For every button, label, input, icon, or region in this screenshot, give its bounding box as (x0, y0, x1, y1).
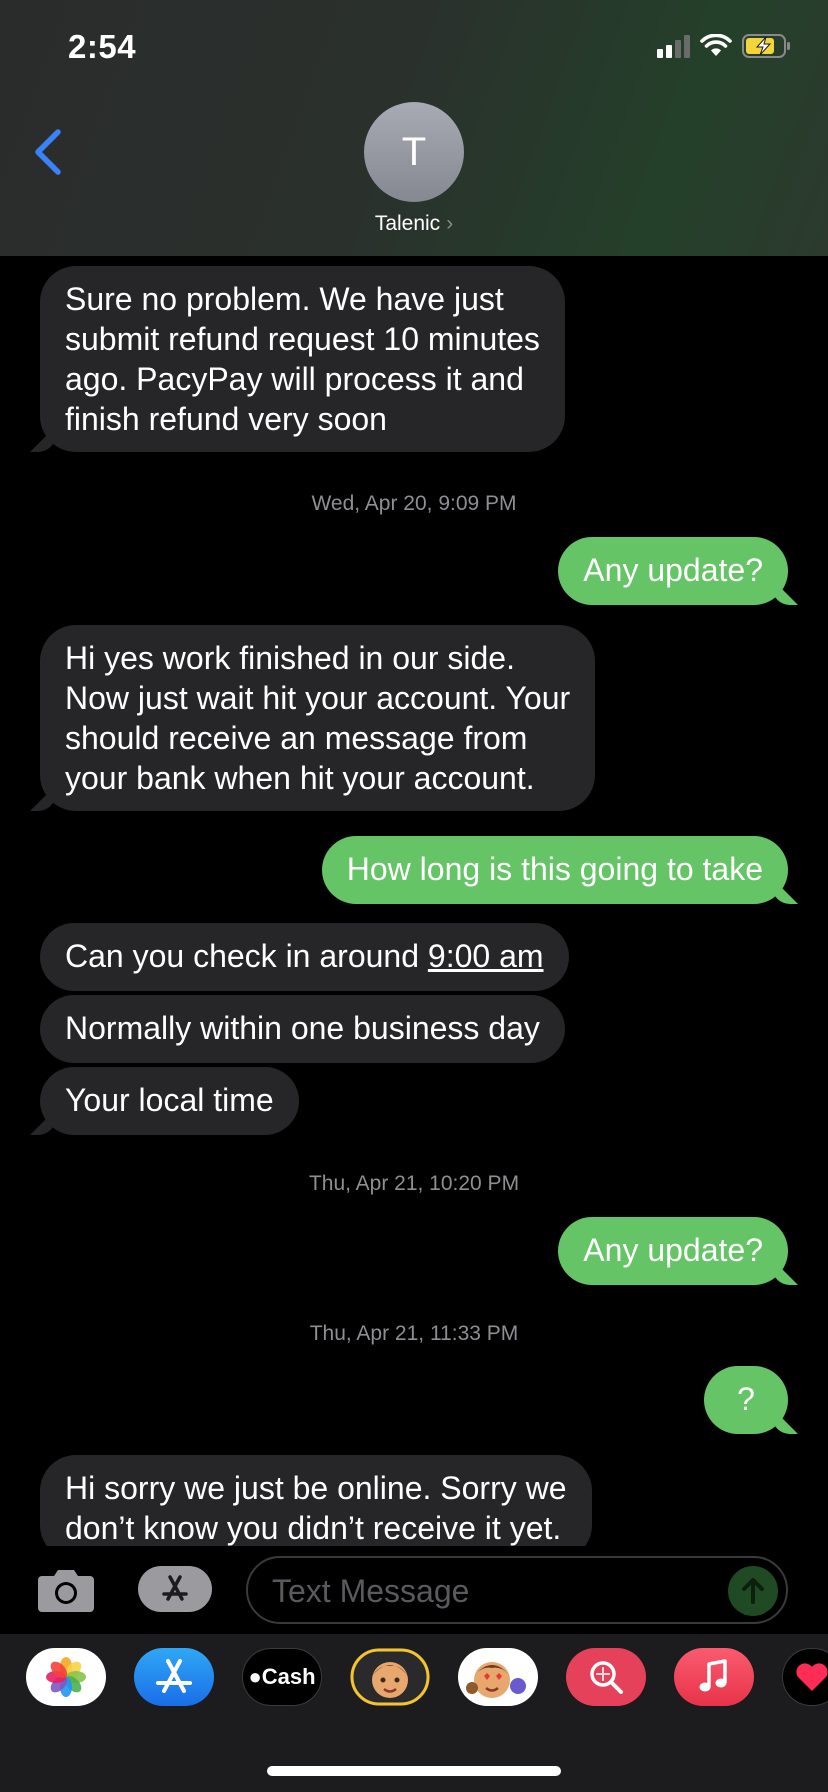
outgoing-message[interactable]: Any update? (558, 1217, 788, 1285)
message-line: should receive an message from (65, 720, 528, 756)
digital-touch-app[interactable] (782, 1648, 828, 1706)
message-line: Hi yes work finished in our side. (65, 640, 515, 676)
outgoing-message[interactable]: How long is this going to take (321, 836, 788, 904)
message-line: your bank when hit your account. (65, 760, 535, 796)
incoming-message[interactable]: Can you check in around 9:00 am (40, 923, 569, 991)
home-indicator[interactable] (267, 1766, 561, 1776)
timestamp: Thu, Apr 21, 10:20 PM (308, 1172, 520, 1195)
apps-button[interactable] (138, 1566, 212, 1612)
outgoing-message[interactable]: Any update? (558, 537, 788, 605)
app-store-icon (156, 1659, 192, 1693)
message-line: Now just wait hit your account. Your (65, 680, 571, 716)
status-icons (657, 34, 792, 58)
photos-icon (46, 1657, 86, 1697)
cellular-signal-icon (657, 34, 690, 58)
chevron-right-icon: › (446, 212, 454, 235)
app-store-app[interactable] (134, 1648, 214, 1706)
message-line: finish refund very soon (65, 401, 387, 437)
avatar-initial: T (401, 129, 427, 174)
app-store-icon (162, 1575, 188, 1601)
message-line: don’t know you didn’t receive it yet. (65, 1510, 562, 1546)
incoming-message[interactable]: Normally within one business day (40, 995, 565, 1063)
digital-touch-icon (796, 1663, 828, 1691)
timestamp: Thu, Apr 21, 11:33 PM (309, 1322, 519, 1345)
apple-logo-icon: ● (248, 1664, 262, 1689)
outgoing-message[interactable]: ? (704, 1366, 788, 1434)
battery-charging-icon (742, 34, 790, 58)
camera-icon (38, 1570, 94, 1612)
apple-cash-icon: ●Cash (248, 1664, 315, 1690)
message-line: submit refund request 10 minutes (65, 321, 540, 357)
message-line: ago. PacyPay will process it and (65, 361, 524, 397)
message-list[interactable]: Sure no problem. We have just submit ref… (0, 256, 828, 1546)
contact-name[interactable]: Talenic › (0, 212, 828, 236)
music-icon (699, 1659, 727, 1692)
animoji-stickers-app[interactable] (458, 1648, 538, 1706)
memoji-icon (350, 1648, 430, 1706)
incoming-message[interactable]: Hi yes work finished in our side. Now ju… (40, 625, 596, 811)
message-input-field[interactable] (246, 1556, 788, 1624)
contact-avatar[interactable]: T (364, 102, 464, 202)
time-link[interactable]: 9:00 am (428, 938, 544, 974)
memoji-app[interactable] (350, 1648, 430, 1706)
wifi-icon (700, 34, 732, 56)
message-line: Hi sorry we just be online. Sorry we (65, 1470, 567, 1506)
image-search-icon (590, 1661, 623, 1694)
camera-button[interactable] (36, 1566, 96, 1614)
conversation-header: 2:54 T Talenic › (0, 0, 828, 256)
message-input[interactable] (272, 1566, 712, 1616)
message-line: Sure no problem. We have just (65, 281, 504, 317)
image-search-app[interactable] (566, 1648, 646, 1706)
back-button[interactable] (28, 124, 68, 180)
message-text: Can you check in around (65, 938, 428, 974)
music-app[interactable] (674, 1648, 754, 1706)
photos-app[interactable] (26, 1648, 106, 1706)
incoming-message[interactable]: Your local time (40, 1067, 299, 1135)
arrow-up-icon (742, 1578, 764, 1604)
send-button[interactable] (728, 1566, 778, 1616)
incoming-message[interactable]: Hi sorry we just be online. Sorry we don… (40, 1455, 592, 1546)
contact-name-label: Talenic (374, 212, 441, 235)
timestamp: Wed, Apr 20, 9:09 PM (311, 492, 517, 515)
incoming-message[interactable]: Sure no problem. We have just submit ref… (40, 266, 565, 452)
animoji-stickers-icon (466, 1662, 526, 1698)
cash-label: Cash (261, 1664, 316, 1689)
status-time: 2:54 (68, 28, 137, 65)
compose-bar (0, 1546, 828, 1634)
apple-cash-app[interactable]: ●Cash (242, 1648, 322, 1706)
chevron-left-icon (35, 129, 61, 175)
